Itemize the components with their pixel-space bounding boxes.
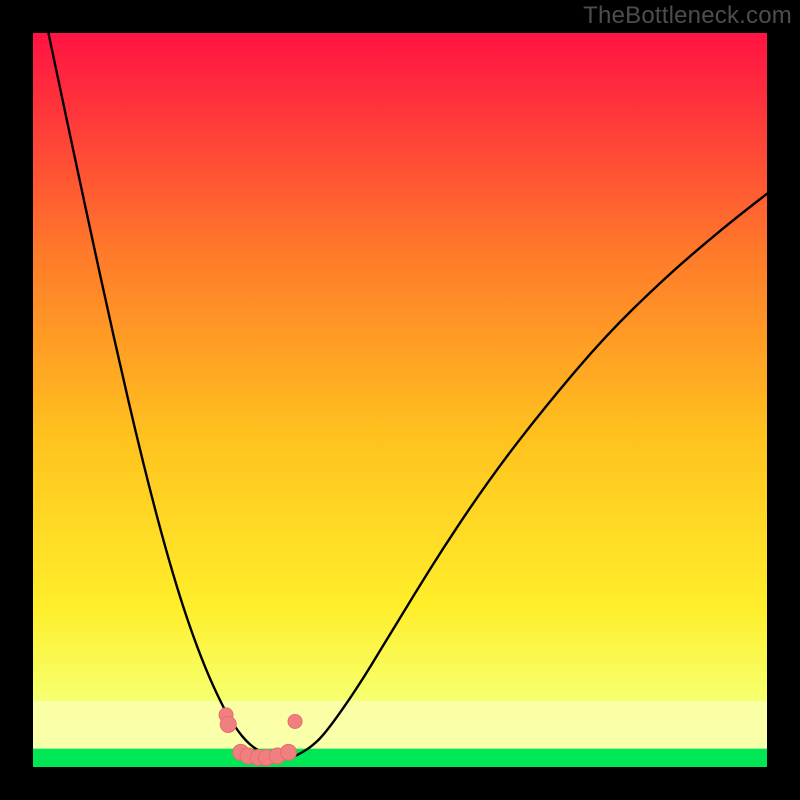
gradient-background [33,33,767,767]
optimal-band [33,749,767,767]
plot-area [33,33,767,767]
bottleneck-curve-chart [33,33,767,767]
data-marker [288,714,302,728]
watermark-text: TheBottleneck.com [583,2,792,30]
good-band [33,701,767,749]
data-marker [280,744,296,760]
data-marker [220,716,236,732]
chart-frame: TheBottleneck.com [0,0,800,800]
